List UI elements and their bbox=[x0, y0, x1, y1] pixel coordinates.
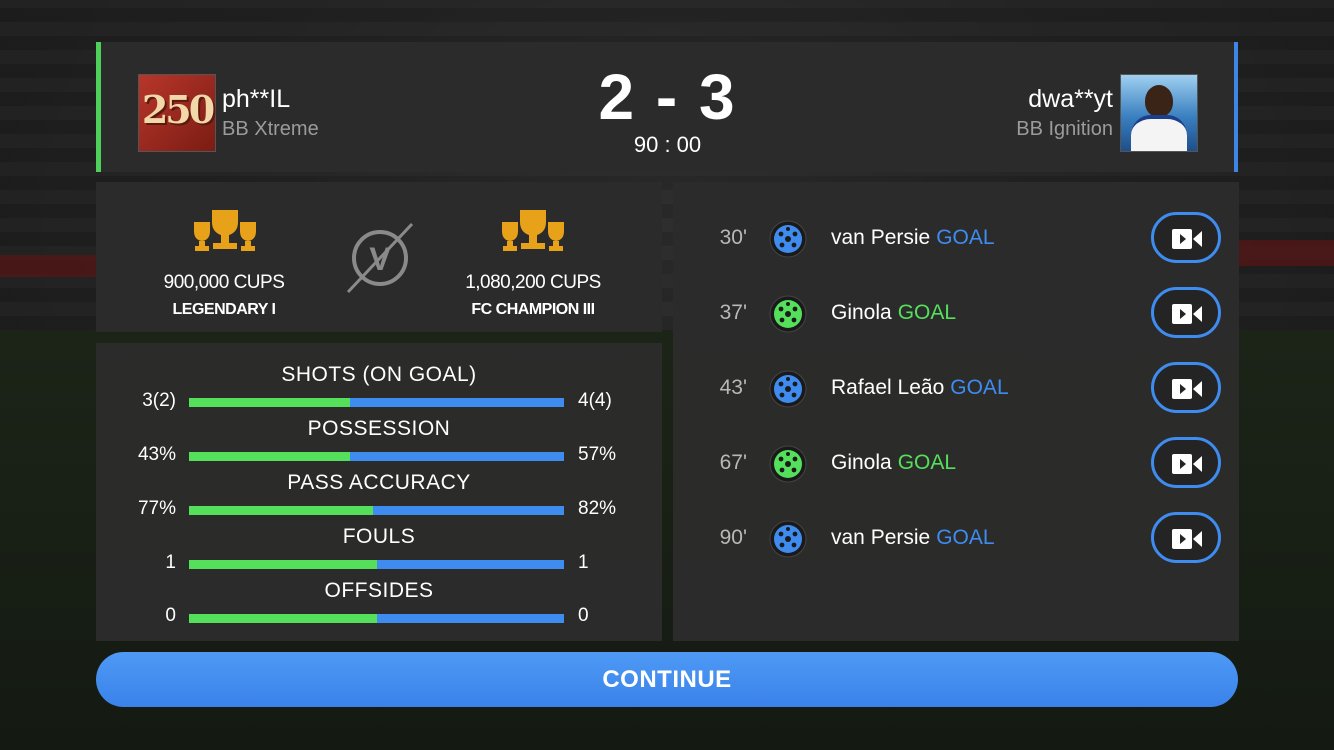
event-row: 30' van Persie GOAL bbox=[673, 202, 1239, 277]
stat-home-possession: 43% bbox=[137, 444, 176, 465]
event-player: van Persie bbox=[831, 226, 931, 249]
event-type: GOAL bbox=[936, 526, 995, 549]
video-camera-icon bbox=[1172, 529, 1202, 549]
event-player: Ginola bbox=[831, 451, 892, 474]
away-cups-value: 1,080,200 CUPS bbox=[465, 272, 601, 293]
ad-board-right bbox=[1238, 240, 1334, 266]
event-description: Ginola GOAL bbox=[831, 301, 956, 325]
stat-away-shots: 4(4) bbox=[578, 390, 612, 411]
video-camera-icon bbox=[1172, 454, 1202, 474]
stat-bar-fill bbox=[189, 398, 351, 407]
continue-button[interactable]: CONTINUE bbox=[96, 652, 1238, 707]
stat-bar-fill bbox=[189, 560, 377, 569]
stat-home-fouls: 1 bbox=[165, 552, 176, 573]
stat-title-pass-accuracy: PASS ACCURACY bbox=[287, 471, 471, 494]
soccer-ball-icon bbox=[769, 370, 807, 408]
stat-title-offsides: OFFSIDES bbox=[324, 579, 434, 602]
match-header: 250 ph**IL BB Xtreme 2 - 3 90 : 00 dwa**… bbox=[96, 42, 1238, 172]
match-stats-panel: SHOTS (ON GOAL) 3(2) 4(4) POSSESSION 43%… bbox=[96, 343, 662, 641]
event-minute: 37' bbox=[719, 301, 747, 324]
event-description: Ginola GOAL bbox=[831, 451, 956, 475]
soccer-ball-icon bbox=[769, 220, 807, 258]
stat-bar-fill bbox=[189, 506, 373, 515]
avatar-jersey bbox=[1131, 115, 1187, 151]
stat-bar-fouls bbox=[189, 560, 564, 569]
stat-away-possession: 57% bbox=[578, 444, 617, 465]
stat-home-offsides: 0 bbox=[165, 605, 176, 626]
event-minute: 67' bbox=[719, 451, 747, 474]
soccer-ball-icon bbox=[769, 520, 807, 558]
stat-bar-possession bbox=[189, 452, 564, 461]
cups-comparison-panel: 900,000 CUPS LEGENDARY I V 1,080,200 CUP… bbox=[96, 182, 662, 332]
away-player-name: dwa**yt bbox=[1028, 85, 1113, 113]
trophy-icon bbox=[502, 210, 564, 251]
home-rank: LEGENDARY I bbox=[172, 301, 276, 318]
event-minute: 90' bbox=[719, 526, 747, 549]
stat-home-pass-accuracy: 77% bbox=[137, 498, 176, 519]
soccer-ball-icon bbox=[769, 295, 807, 333]
home-cups-value: 900,000 CUPS bbox=[163, 272, 285, 293]
event-player: Rafael Leão bbox=[831, 376, 945, 399]
match-events-panel: 30' van Persie GOAL 37' Ginola GOAL 43' Ra… bbox=[673, 182, 1239, 641]
stat-home-shots: 3(2) bbox=[142, 390, 176, 411]
stat-title-shots: SHOTS (ON GOAL) bbox=[281, 363, 477, 386]
watch-replay-button[interactable] bbox=[1151, 437, 1221, 488]
event-row: 43' Rafael Leão GOAL bbox=[673, 352, 1239, 427]
event-row: 37' Ginola GOAL bbox=[673, 277, 1239, 352]
versus-letter: V bbox=[369, 241, 391, 277]
event-description: van Persie GOAL bbox=[831, 226, 995, 250]
trophy-icon bbox=[194, 210, 256, 251]
versus-icon: V bbox=[346, 222, 414, 294]
stat-bar-pass-accuracy bbox=[189, 506, 564, 515]
stat-away-pass-accuracy: 82% bbox=[578, 498, 617, 519]
video-camera-icon bbox=[1172, 379, 1202, 399]
event-minute: 30' bbox=[719, 226, 747, 249]
event-player: van Persie bbox=[831, 526, 931, 549]
stat-away-fouls: 1 bbox=[578, 552, 589, 573]
stat-title-fouls: FOULS bbox=[342, 525, 416, 548]
event-type: GOAL bbox=[936, 226, 995, 249]
event-row: 90' van Persie GOAL bbox=[673, 502, 1239, 577]
ad-board-left bbox=[0, 255, 96, 277]
event-row: 67' Ginola GOAL bbox=[673, 427, 1239, 502]
video-camera-icon bbox=[1172, 229, 1202, 249]
event-description: Rafael Leão GOAL bbox=[831, 376, 1009, 400]
watch-replay-button[interactable] bbox=[1151, 362, 1221, 413]
soccer-ball-icon bbox=[769, 445, 807, 483]
stat-away-offsides: 0 bbox=[578, 605, 589, 626]
event-type: GOAL bbox=[950, 376, 1009, 399]
stat-title-possession: POSSESSION bbox=[307, 417, 451, 440]
event-player: Ginola bbox=[831, 301, 892, 324]
away-team-name: BB Ignition bbox=[1016, 118, 1113, 140]
watch-replay-button[interactable] bbox=[1151, 212, 1221, 263]
event-type: GOAL bbox=[897, 301, 957, 324]
video-camera-icon bbox=[1172, 304, 1202, 324]
away-rank: FC CHAMPION III bbox=[471, 301, 595, 318]
event-minute: 43' bbox=[719, 376, 747, 399]
watch-replay-button[interactable] bbox=[1151, 512, 1221, 563]
stat-bar-fill bbox=[189, 452, 351, 461]
watch-replay-button[interactable] bbox=[1151, 287, 1221, 338]
away-player-avatar[interactable] bbox=[1120, 74, 1198, 152]
event-description: van Persie GOAL bbox=[831, 526, 995, 550]
stat-bar-shots bbox=[189, 398, 564, 407]
stat-bar-fill bbox=[189, 614, 377, 623]
stat-bar-offsides bbox=[189, 614, 564, 623]
event-type: GOAL bbox=[897, 451, 957, 474]
avatar-head bbox=[1145, 85, 1173, 117]
